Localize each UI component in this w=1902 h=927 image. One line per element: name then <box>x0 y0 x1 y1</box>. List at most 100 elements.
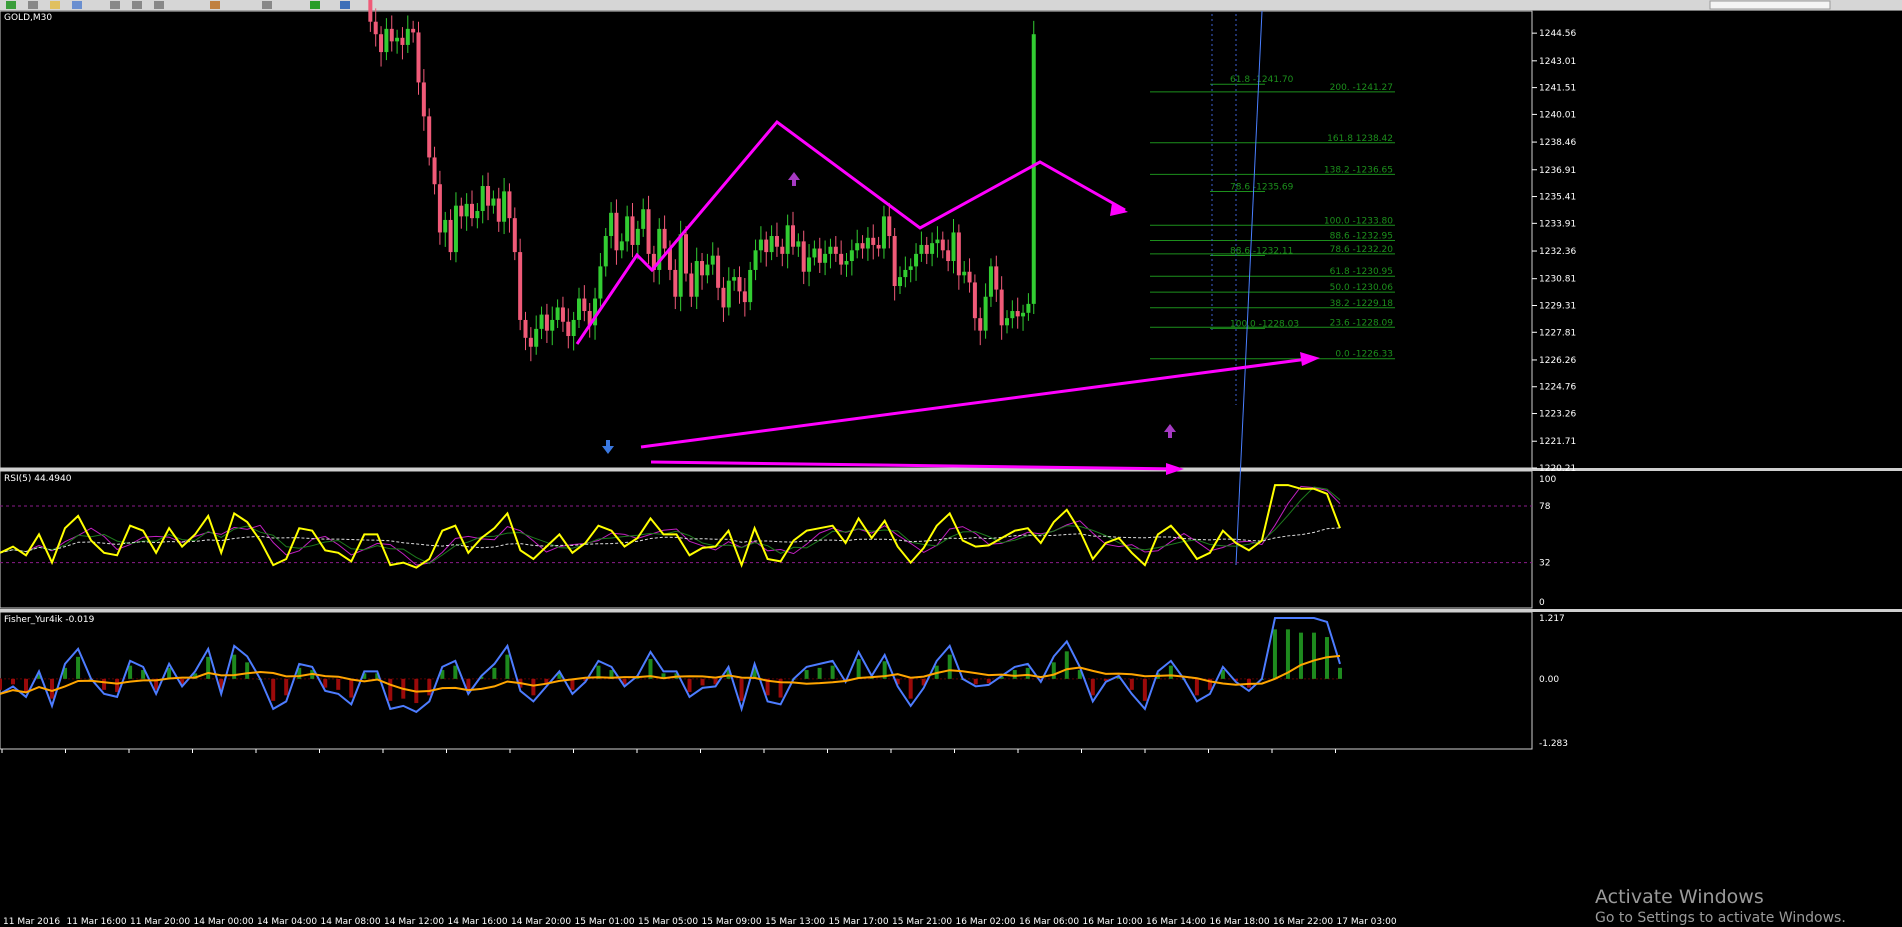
activate-windows-subtitle: Go to Settings to activate Windows. <box>1595 910 1846 926</box>
candle <box>839 253 844 265</box>
candle <box>619 241 624 251</box>
time-tick-label: 11 Mar 20:00 <box>130 917 190 927</box>
candle <box>582 298 587 312</box>
fisher-histogram-bar <box>1025 667 1030 679</box>
search-field[interactable] <box>1709 0 1831 10</box>
fisher-histogram-bar <box>336 678 341 690</box>
fisher-histogram-bar <box>1142 678 1147 701</box>
fisher-histogram-bar <box>986 678 991 684</box>
time-tick-label: 16 Mar 02:00 <box>956 917 1016 927</box>
price-tick-label: 1220.21 <box>1539 464 1576 474</box>
candle <box>486 186 491 206</box>
price-tick-label: 1224.76 <box>1539 383 1576 393</box>
price-tick-label: 1233.91 <box>1539 219 1576 229</box>
toolbar-icon[interactable] <box>28 1 38 9</box>
fisher-histogram-bar <box>830 665 835 679</box>
toolbar-icon[interactable] <box>72 1 82 9</box>
fib-level-label: 161.8 1238.42 <box>1327 134 1393 144</box>
candle <box>475 211 480 219</box>
candle <box>914 253 919 267</box>
price-panel-title: GOLD,M30 <box>4 13 52 23</box>
candle <box>903 269 908 278</box>
fisher-histogram-bar <box>102 678 107 690</box>
candle <box>956 232 961 276</box>
candle <box>512 218 517 253</box>
toolbar-icon[interactable] <box>110 1 120 9</box>
candle <box>577 298 581 320</box>
candle <box>470 203 474 219</box>
fisher-histogram-bar <box>1298 632 1303 679</box>
fisher-histogram-bar <box>245 662 250 679</box>
candle <box>560 307 565 322</box>
fisher-histogram-bar <box>427 678 432 696</box>
candle <box>983 296 988 331</box>
price-tick-label: 1238.46 <box>1539 138 1576 148</box>
candle <box>609 212 614 237</box>
candle <box>855 243 860 251</box>
candle <box>994 266 999 290</box>
candle <box>881 216 886 249</box>
candle <box>812 248 817 258</box>
fisher-histogram-bar <box>856 659 861 679</box>
price-tick-label: 1229.31 <box>1539 301 1576 311</box>
candle <box>379 34 384 53</box>
toolbar-icon[interactable] <box>132 1 142 9</box>
candle <box>978 318 983 331</box>
candle <box>796 241 801 247</box>
candle <box>480 186 485 212</box>
candle <box>833 246 838 254</box>
toolbar-icon[interactable] <box>210 1 220 9</box>
time-tick-label: 14 Mar 04:00 <box>257 917 317 927</box>
candle <box>919 244 924 254</box>
candle <box>748 269 753 303</box>
candle <box>892 236 897 287</box>
candle <box>742 291 747 303</box>
fisher-histogram-bar <box>1090 678 1095 696</box>
candle <box>635 228 640 245</box>
fisher-histogram-bar <box>349 678 354 698</box>
fisher-histogram-bar <box>804 670 809 679</box>
time-tick-label: 11 Mar 2016 <box>3 917 60 927</box>
candle <box>791 225 795 247</box>
candle <box>962 271 967 276</box>
candle <box>801 241 806 272</box>
candle <box>464 203 469 217</box>
fisher-histogram-bar <box>453 665 458 679</box>
candle <box>571 319 576 337</box>
candle <box>673 269 678 297</box>
fisher-histogram-bar <box>1168 665 1173 679</box>
rsi-tick-label: 0 <box>1539 598 1545 608</box>
fisher-histogram-bar <box>388 678 393 701</box>
time-tick-label: 15 Mar 21:00 <box>892 917 952 927</box>
price-tick-label: 1236.91 <box>1539 166 1576 176</box>
fisher-histogram-bar <box>206 656 211 679</box>
candle <box>641 209 646 229</box>
candle <box>694 261 699 297</box>
time-tick-label: 16 Mar 22:00 <box>1273 917 1333 927</box>
price-tick-label: 1244.56 <box>1539 29 1576 39</box>
candle <box>898 277 902 287</box>
fisher-histogram-bar <box>1129 678 1134 690</box>
toolbar-icon[interactable] <box>6 1 16 9</box>
candle <box>625 216 630 242</box>
candle <box>860 243 865 249</box>
candle <box>384 28 389 53</box>
fisher-histogram-bar <box>284 678 289 696</box>
candle <box>726 280 731 308</box>
toolbar-icon[interactable] <box>340 1 350 9</box>
candle <box>700 261 705 276</box>
toolbar-icon[interactable] <box>262 1 272 9</box>
toolbar-icon[interactable] <box>154 1 164 9</box>
time-tick-label: 17 Mar 03:00 <box>1337 917 1397 927</box>
toolbar-icon[interactable] <box>50 1 60 9</box>
fib-level-label: 61.8 -1230.95 <box>1330 267 1393 277</box>
candle <box>544 314 549 331</box>
time-axis: 11 Mar 2016 11 Mar 16:00 11 Mar 20:00 14 Ma… <box>1 749 1397 927</box>
time-tick-label: 14 Mar 16:00 <box>448 917 508 927</box>
candle <box>876 244 881 249</box>
add-indicator-icon[interactable] <box>310 1 320 9</box>
fisher-histogram-bar <box>24 678 29 693</box>
fisher-histogram-bar <box>0 678 2 690</box>
candle <box>1021 312 1026 317</box>
candle <box>437 184 442 233</box>
